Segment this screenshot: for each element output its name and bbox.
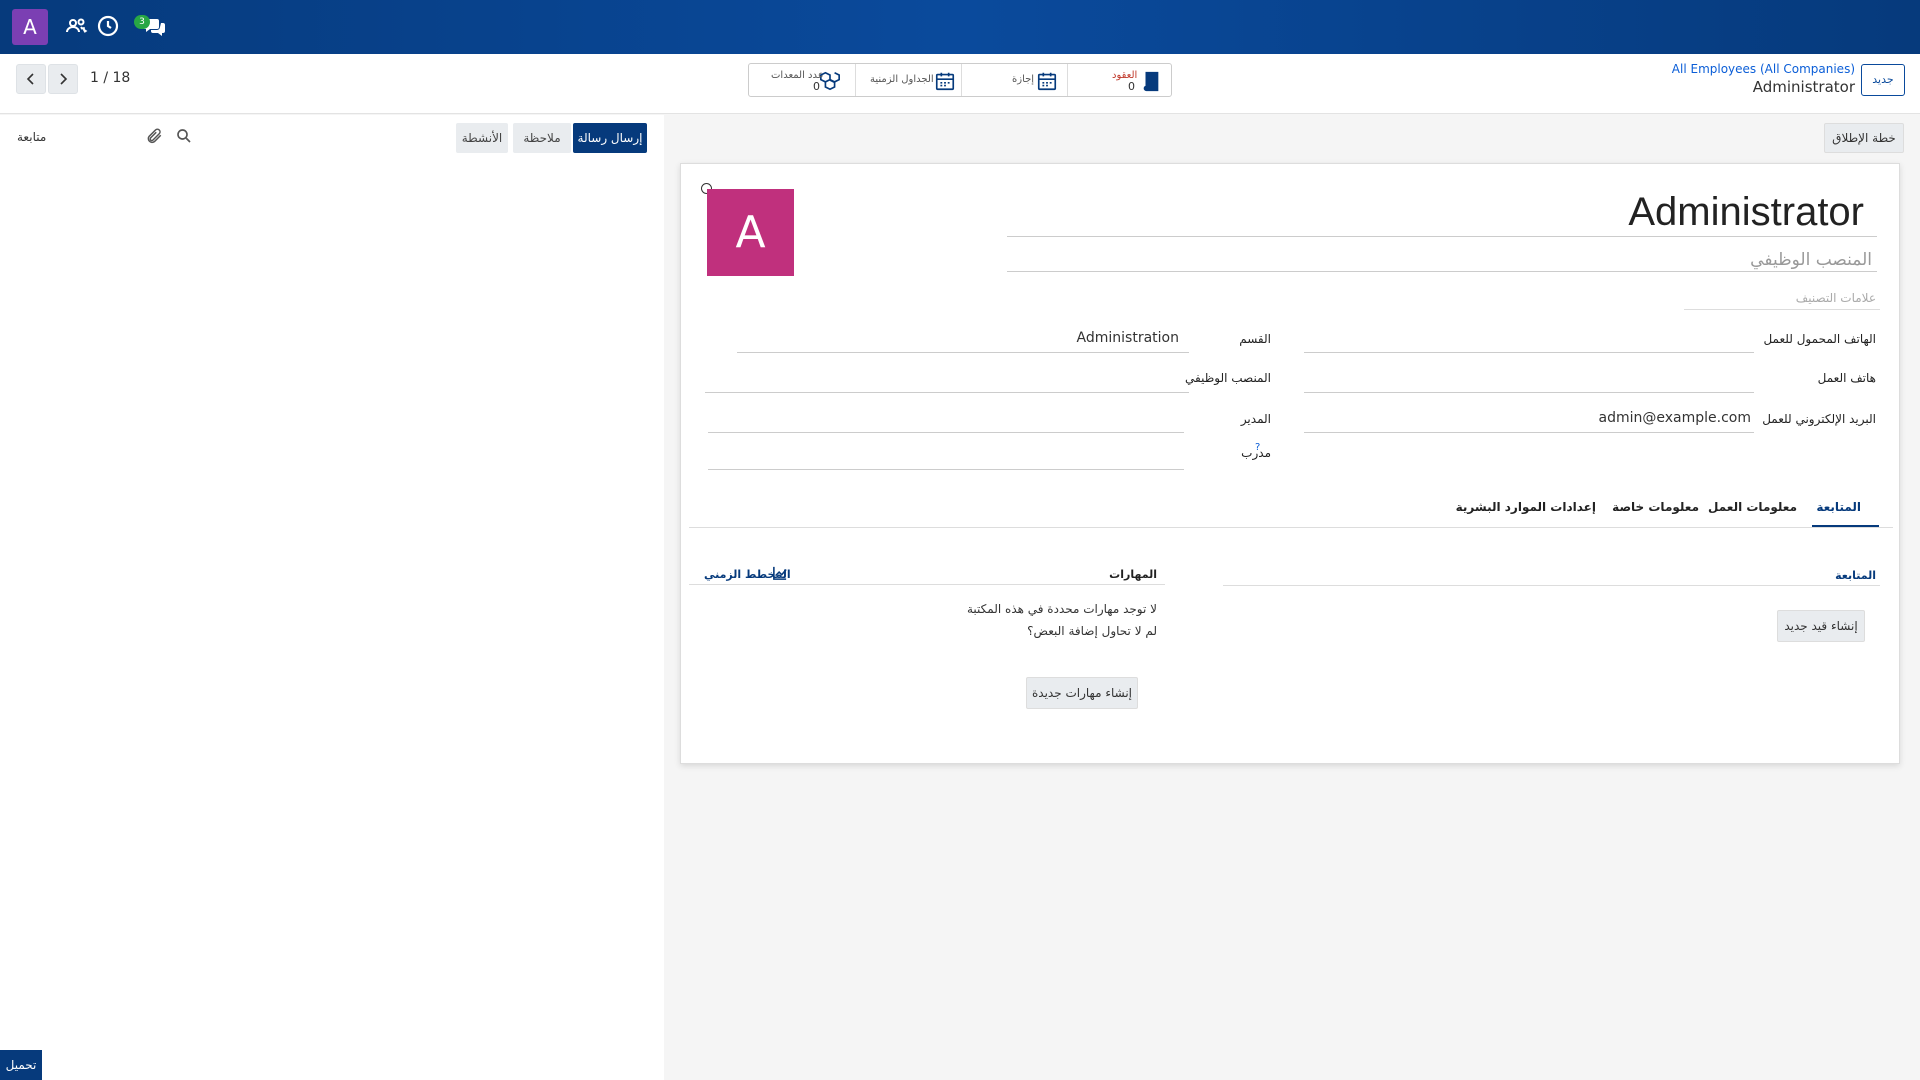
skills-section-title: المهارات — [1109, 568, 1157, 581]
coach-help-icon[interactable]: ? — [1255, 442, 1260, 453]
book-icon — [1140, 70, 1162, 92]
smart-label-timesheets: الجداول الزمنية — [870, 74, 934, 85]
employee-form-sheet: A Administrator المنصب الوظيفي علامات ال… — [680, 163, 1900, 764]
load-button[interactable]: تحميل — [0, 1050, 42, 1080]
create-resume-line-button[interactable]: إنشاء قيد جديد — [1777, 610, 1865, 642]
job-position-field[interactable] — [705, 392, 1189, 393]
send-message-button[interactable]: إرسال رسالة — [573, 123, 647, 153]
tab-resume[interactable]: المتابعة — [1816, 500, 1861, 514]
manager-label: المدير — [1240, 412, 1271, 426]
top-navbar: A 3 — [0, 0, 1920, 54]
tab-hr-settings[interactable]: إعدادات الموارد البشرية — [1456, 500, 1596, 514]
smart-value-contracts: 0 — [1128, 80, 1135, 93]
pager-previous-button[interactable] — [16, 64, 46, 94]
chat-badge: 3 — [134, 15, 150, 29]
timeline-chart-label[interactable]: المخطط الزمني — [704, 568, 791, 581]
breadcrumb-current: Administrator — [1752, 78, 1855, 96]
employee-photo[interactable]: A — [707, 189, 794, 276]
job-position-label: المنصب الوظيفي — [1185, 371, 1271, 385]
log-note-button[interactable]: ملاحظة — [513, 123, 571, 153]
skills-empty-message: لا توجد مهارات محددة في هذه المكتبة — [966, 602, 1157, 616]
manager-field[interactable] — [708, 432, 1184, 433]
follow-button[interactable]: متابعة — [17, 130, 46, 144]
chevron-right-icon — [60, 73, 68, 85]
smart-button-contracts[interactable]: العقود 0 — [1067, 64, 1171, 96]
tab-private-information[interactable]: معلومات خاصة — [1612, 500, 1699, 514]
new-button[interactable]: جديد — [1861, 64, 1905, 96]
job-title-underline — [1007, 271, 1877, 272]
department-label: القسم — [1239, 332, 1271, 346]
clock-icon[interactable] — [96, 14, 120, 38]
department-underline — [737, 352, 1189, 353]
skills-empty-hint: لم لا تحاول إضافة البعض؟ — [1027, 624, 1157, 638]
people-settings-icon[interactable] — [64, 14, 88, 38]
work-email-label: البريد الإلكتروني للعمل — [1762, 412, 1876, 426]
skills-divider — [689, 584, 1165, 585]
smart-label-time-off: إجازة — [1012, 74, 1035, 85]
work-mobile-label: الهاتف المحمول للعمل — [1763, 332, 1876, 346]
pager-next-button[interactable] — [48, 64, 78, 94]
resume-divider — [1223, 585, 1880, 586]
smart-button-equipment[interactable]: عدد المعدات 0 — [749, 64, 855, 96]
department-value[interactable]: Administration — [1077, 330, 1179, 346]
work-email-value[interactable]: admin@example.com — [1599, 410, 1751, 426]
smart-button-time-off[interactable]: إجازة — [961, 64, 1067, 96]
employee-name-field[interactable]: Administrator — [1628, 190, 1864, 235]
tabs-divider — [689, 527, 1893, 528]
resume-section-title: المتابعة — [1835, 569, 1876, 582]
breadcrumb-parent-link[interactable]: All Employees (All Companies) — [1672, 62, 1855, 76]
activities-button[interactable]: الأنشطة — [456, 123, 508, 153]
user-avatar[interactable]: A — [12, 9, 48, 45]
tags-input[interactable]: علامات التصنيف — [1796, 291, 1876, 305]
chevron-left-icon — [26, 73, 34, 85]
launch-plan-button[interactable]: خطة الإطلاق — [1824, 123, 1904, 153]
smart-buttons: عدد المعدات 0 الجداول الزمنية إجازة العق… — [748, 63, 1172, 97]
calendar-icon — [934, 70, 956, 92]
paperclip-icon[interactable] — [145, 127, 163, 145]
form-area: خطة الإطلاق A Administrator المنصب الوظي… — [664, 115, 1920, 1080]
work-phone-field[interactable] — [1304, 392, 1754, 393]
work-mobile-field[interactable] — [1304, 352, 1754, 353]
create-skills-button[interactable]: إنشاء مهارات جديدة — [1026, 677, 1138, 709]
tags-underline — [1684, 309, 1880, 310]
coach-field[interactable] — [708, 469, 1184, 470]
smart-button-timesheets[interactable]: الجداول الزمنية — [855, 64, 961, 96]
breadcrumb: All Employees (All Companies) Administra… — [1672, 62, 1855, 96]
pager-value[interactable]: 1 / 18 — [90, 70, 130, 86]
job-title-input[interactable]: المنصب الوظيفي — [1750, 250, 1872, 270]
tab-work-information[interactable]: معلومات العمل — [1708, 500, 1797, 514]
smart-value-equipment: 0 — [813, 80, 820, 93]
work-phone-label: هاتف العمل — [1817, 371, 1876, 385]
calendar-icon — [1036, 70, 1058, 92]
control-panel: 1 / 18 عدد المعدات 0 الجداول الزمنية إجا… — [0, 54, 1920, 114]
work-email-underline — [1304, 432, 1754, 433]
name-underline — [1007, 236, 1877, 237]
chatter-panel: متابعة الأنشطة ملاحظة إرسال رسالة تحميل — [0, 115, 664, 1080]
search-icon[interactable] — [175, 127, 193, 145]
